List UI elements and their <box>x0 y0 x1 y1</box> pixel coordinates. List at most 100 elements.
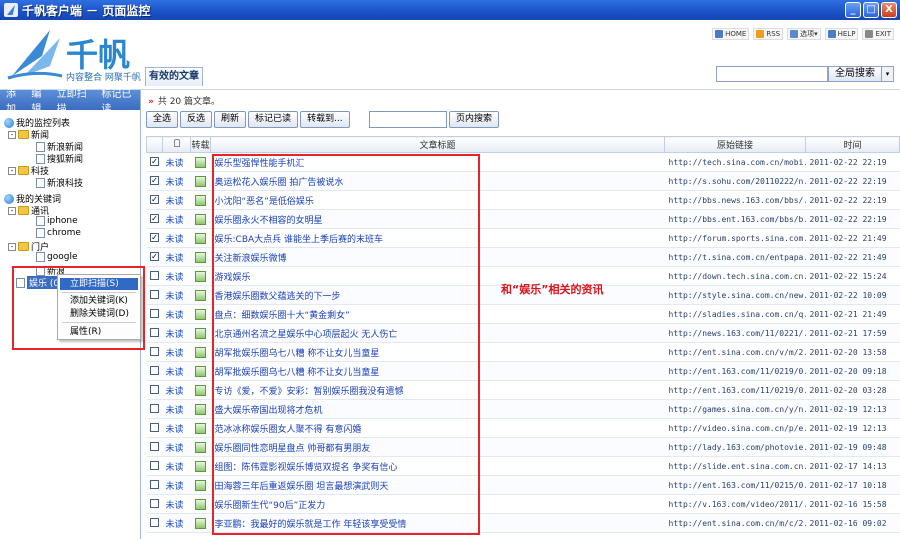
table-row[interactable]: ✓ 未读 娱乐圈永火不相容的女明星 http://bbs.ent.163.com/bb… <box>146 209 900 229</box>
home-link[interactable]: HOME <box>712 28 750 40</box>
row-title[interactable]: 娱乐:CBA大点兵 谁能坐上季后赛的末班车 <box>210 228 665 248</box>
row-link[interactable]: http://slide.ent.sina.com.cn... <box>664 456 806 476</box>
row-checkbox[interactable] <box>150 366 159 375</box>
table-row[interactable]: 未读 盛大娱乐帝国出现将才危机 http://games.sina.com.cn/y… <box>146 399 900 419</box>
help-link[interactable]: HELP <box>824 28 859 40</box>
row-link[interactable]: http://tech.sina.com.cn/mobi... <box>664 152 806 172</box>
repost-icon[interactable] <box>194 403 206 415</box>
row-checkbox[interactable] <box>150 385 159 394</box>
header-repost[interactable]: 转载 <box>190 136 211 153</box>
header-title[interactable]: 文章标题 <box>210 136 665 153</box>
row-title[interactable]: 范冰冰称娱乐圈女人聚不得 有意闪婚 <box>210 418 665 438</box>
row-checkbox[interactable] <box>150 347 159 356</box>
table-row[interactable]: 未读 李亚鹏：我最好的娱乐就是工作 年轻该享受受情 http://ent.sina.… <box>146 513 900 533</box>
row-title[interactable]: 娱乐圈永火不相容的女明星 <box>210 209 665 229</box>
repost-icon[interactable] <box>194 194 206 206</box>
row-title[interactable]: 奥运松花入娱乐圈 拍广告被说水 <box>210 171 665 191</box>
table-row[interactable]: 未读 盘点：细数娱乐圈十大“黄金剩女” http://sladies.sina.co… <box>146 304 900 324</box>
repost-to-button[interactable]: 转载到... <box>300 111 350 128</box>
table-row[interactable]: ✓ 未读 娱乐型强悍性能手机汇 http://tech.sina.com.cn/mob… <box>146 152 900 172</box>
row-title[interactable]: 胡军批娱乐圈乌七八糟 称不让女儿当童星 <box>210 361 665 381</box>
table-row[interactable]: 未读 组图：陈伟霆影视娱乐博览双提名 争奖有信心 http://slide.ent.… <box>146 456 900 476</box>
row-checkbox[interactable] <box>150 442 159 451</box>
row-checkbox[interactable] <box>150 423 159 432</box>
row-checkbox[interactable] <box>150 290 159 299</box>
collapse-icon[interactable]: - <box>8 206 16 215</box>
row-link[interactable]: http://bbs.ent.163.com/bbs/b... <box>664 209 806 229</box>
repost-icon[interactable] <box>194 289 206 301</box>
row-checkbox[interactable] <box>150 518 159 527</box>
row-title[interactable]: 李亚鹏：我最好的娱乐就是工作 年轻该享受受情 <box>210 513 665 533</box>
row-checkbox[interactable] <box>150 499 159 508</box>
repost-icon[interactable] <box>194 346 206 358</box>
minimize-button[interactable]: _ <box>845 2 861 18</box>
close-button[interactable]: X <box>881 2 897 18</box>
exit-link[interactable]: EXIT <box>862 28 894 40</box>
menu-scan-now[interactable]: 立即扫描(S) <box>60 278 138 290</box>
collapse-icon[interactable]: - <box>8 130 16 139</box>
row-link[interactable]: http://s.sohu.com/20110222/n... <box>664 171 806 191</box>
row-link[interactable]: http://ent.163.com/11/0215/0... <box>664 475 806 495</box>
repost-icon[interactable] <box>194 327 206 339</box>
tree-iphone[interactable]: iphone <box>36 216 78 226</box>
collapse-icon[interactable]: - <box>8 242 16 251</box>
collapse-icon[interactable]: - <box>8 166 16 175</box>
row-title[interactable]: 盛大娱乐帝国出现将才危机 <box>210 399 665 419</box>
tree-tech-sina[interactable]: 新浪科技 <box>36 176 83 189</box>
page-search-button[interactable]: 页内搜索 <box>449 111 500 128</box>
repost-icon[interactable] <box>194 460 206 472</box>
repost-icon[interactable] <box>194 441 206 453</box>
global-search-dropdown[interactable]: ▾ <box>882 66 894 82</box>
row-link[interactable]: http://style.sina.com.cn/new... <box>664 285 806 305</box>
row-link[interactable]: http://ent.163.com/11/0219/0... <box>664 361 806 381</box>
tree-google[interactable]: google <box>36 252 77 262</box>
row-checkbox[interactable] <box>150 404 159 413</box>
row-checkbox[interactable]: ✓ <box>150 195 159 204</box>
maximize-button[interactable]: □ <box>863 2 879 18</box>
menu-properties[interactable]: 属性(R) <box>60 326 138 338</box>
table-row[interactable]: ✓ 未读 关注新浪娱乐微博 http://t.sina.com.cn/entpapa.… <box>146 247 900 267</box>
row-link[interactable]: http://bbs.news.163.com/bbs/... <box>664 190 806 210</box>
row-link[interactable]: http://lady.163.com/photovie... <box>664 437 806 457</box>
table-row[interactable]: 未读 胡军批娱乐圈乌七八糟 称不让女儿当童星 http://ent.163.com/… <box>146 361 900 381</box>
table-row[interactable]: 未读 北京通州名流之星娱乐中心项层起火 无人伤亡 http://news.163.c… <box>146 323 900 343</box>
row-title[interactable]: 北京通州名流之星娱乐中心项层起火 无人伤亡 <box>210 323 665 343</box>
row-title[interactable]: 组图：陈伟霆影视娱乐博览双提名 争奖有信心 <box>210 456 665 476</box>
row-checkbox[interactable]: ✓ <box>150 233 159 242</box>
row-checkbox[interactable]: ✓ <box>150 157 159 166</box>
page-search-input[interactable] <box>369 111 447 128</box>
repost-icon[interactable] <box>194 517 206 529</box>
repost-icon[interactable] <box>194 308 206 320</box>
global-search-input[interactable] <box>716 66 828 82</box>
row-title[interactable]: 娱乐型强悍性能手机汇 <box>210 152 665 172</box>
row-checkbox[interactable] <box>150 271 159 280</box>
table-row[interactable]: 未读 娱乐圈新生代“90后”正发力 http://v.163.com/video/2… <box>146 494 900 514</box>
row-link[interactable]: http://down.tech.sina.com.cn... <box>664 266 806 286</box>
table-row[interactable]: 未读 田海蓉三年后重返娱乐圈 坦言最想演武则天 http://ent.163.com… <box>146 475 900 495</box>
mark-read-button[interactable]: 标记已读 <box>248 111 299 128</box>
rss-link[interactable]: RSS <box>753 28 784 40</box>
header-link[interactable]: 原始链接 <box>664 136 806 153</box>
repost-icon[interactable] <box>194 270 206 282</box>
row-title[interactable]: 娱乐圈同性恋明星盘点 帅哥都有男朋友 <box>210 437 665 457</box>
global-search-button[interactable]: 全局搜索 <box>828 66 882 82</box>
row-link[interactable]: http://video.sina.com.cn/p/e... <box>664 418 806 438</box>
repost-icon[interactable] <box>194 232 206 244</box>
row-link[interactable]: http://news.163.com/11/0221/... <box>664 323 806 343</box>
row-link[interactable]: http://sladies.sina.com.cn/q... <box>664 304 806 324</box>
repost-icon[interactable] <box>194 365 206 377</box>
row-title[interactable]: 专访《爱，不爱》安彩：暂别娱乐圈我没有遗憾 <box>210 380 665 400</box>
repost-icon[interactable] <box>194 422 206 434</box>
refresh-button[interactable]: 刷新 <box>214 111 247 128</box>
row-title[interactable]: 胡军批娱乐圈乌七八糟 称不让女儿当童星 <box>210 342 665 362</box>
row-link[interactable]: http://ent.sina.com.cn/v/m/2... <box>664 342 806 362</box>
row-checkbox[interactable]: ✓ <box>150 252 159 261</box>
row-title[interactable]: 盘点：细数娱乐圈十大“黄金剩女” <box>210 304 665 324</box>
row-checkbox[interactable]: ✓ <box>150 176 159 185</box>
row-checkbox[interactable] <box>150 480 159 489</box>
invert-selection-button[interactable]: 反选 <box>180 111 213 128</box>
repost-icon[interactable] <box>194 213 206 225</box>
row-checkbox[interactable]: ✓ <box>150 214 159 223</box>
table-row[interactable]: ✓ 未读 奥运松花入娱乐圈 拍广告被说水 http://s.sohu.com/2011… <box>146 171 900 191</box>
row-link[interactable]: http://forum.sports.sina.com... <box>664 228 806 248</box>
